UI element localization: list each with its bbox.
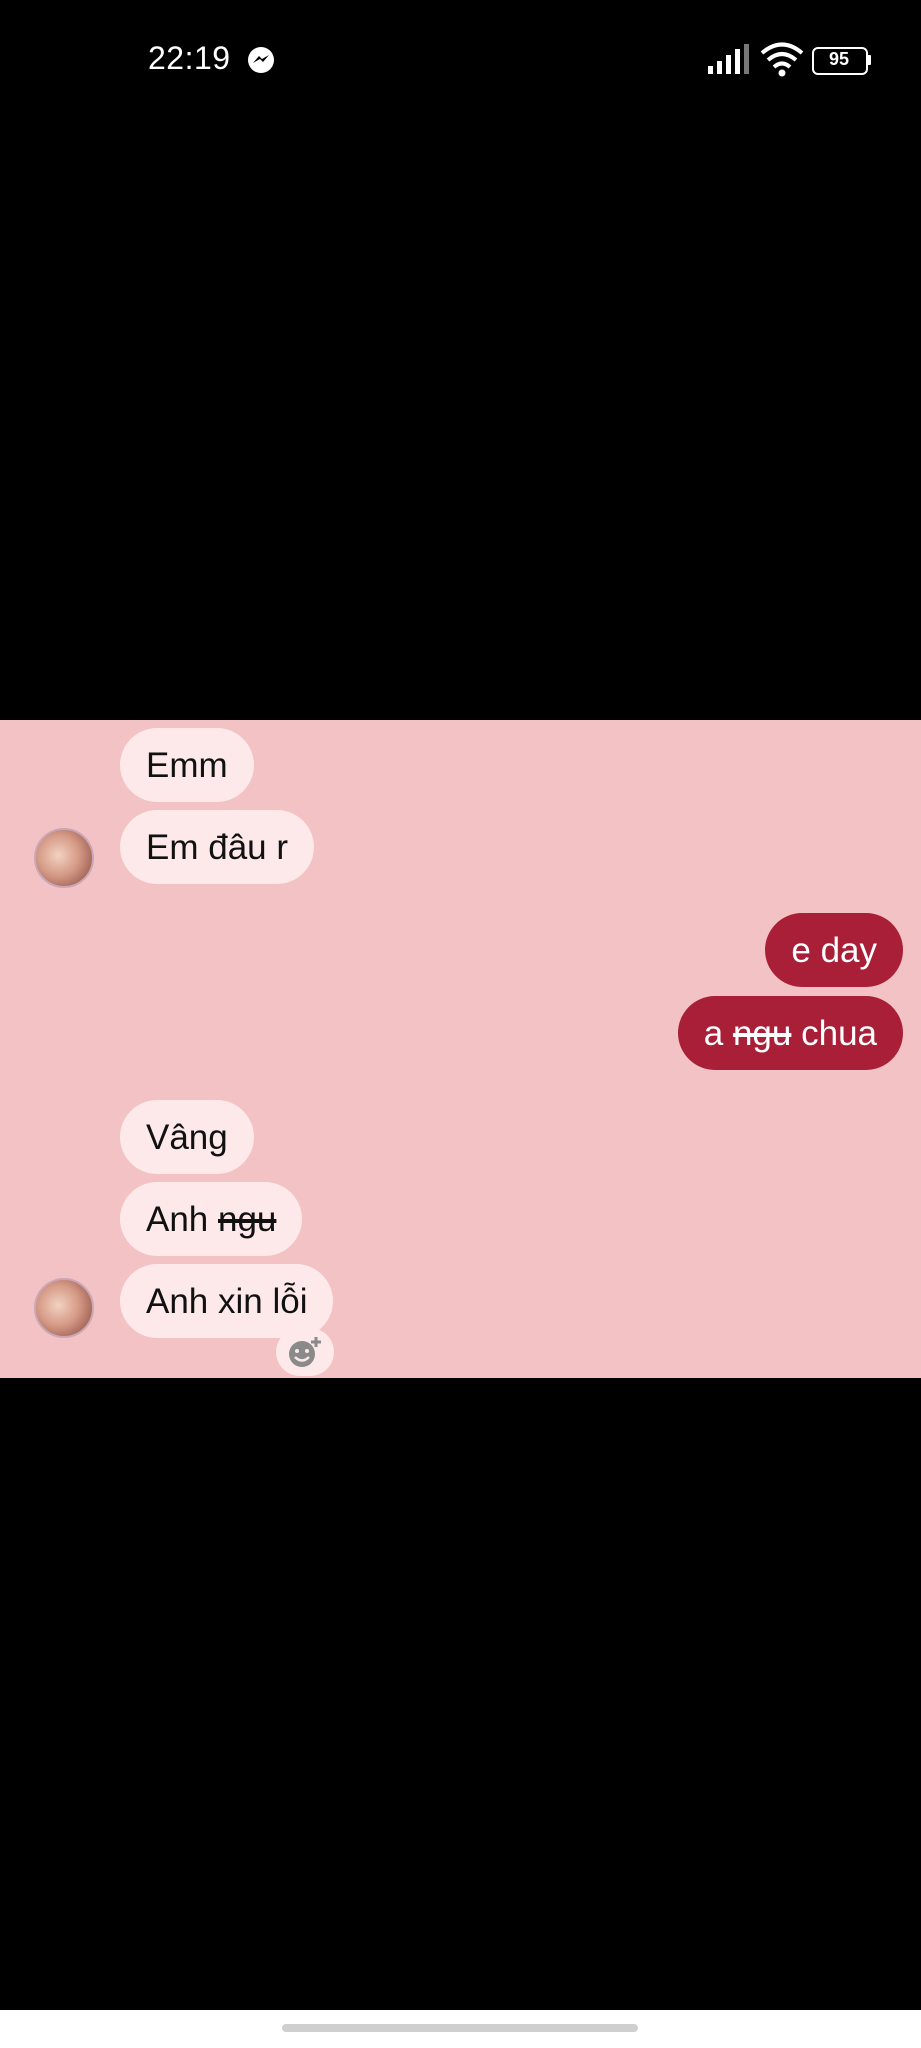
message-text: Vâng bbox=[146, 1117, 228, 1157]
avatar[interactable] bbox=[34, 1278, 94, 1338]
message-text: Em đâu r bbox=[146, 827, 288, 867]
wifi-icon bbox=[760, 42, 804, 77]
battery-icon: 95 bbox=[812, 47, 874, 75]
message-text-part: chua bbox=[791, 1013, 877, 1053]
struck-text: ngu bbox=[218, 1199, 277, 1239]
battery-level: 95 bbox=[828, 49, 850, 69]
message-bubble-incoming[interactable]: Em đâu r bbox=[120, 810, 314, 884]
message-bubble-outgoing[interactable]: e day bbox=[765, 913, 903, 987]
avatar[interactable] bbox=[34, 828, 94, 888]
add-reaction-button[interactable] bbox=[276, 1328, 334, 1376]
message-text-part: a bbox=[703, 1013, 733, 1053]
signal-icon bbox=[708, 44, 749, 74]
status-time: 22:19 bbox=[148, 40, 231, 76]
message-text: Anh xin lỗi bbox=[146, 1281, 308, 1321]
message-bubble-incoming[interactable]: Vâng bbox=[120, 1100, 254, 1174]
chat-screenshot: Emm Em đâu r e day a ngu chua Vâng Anh n… bbox=[0, 720, 921, 1378]
message-bubble-incoming[interactable]: Emm bbox=[120, 728, 254, 802]
message-text: Emm bbox=[146, 745, 228, 785]
message-bubble-incoming[interactable]: Anh xin lỗi bbox=[120, 1264, 334, 1338]
messenger-icon bbox=[248, 47, 274, 73]
message-text-part: Anh bbox=[146, 1199, 218, 1239]
status-bar: 22:19 95 bbox=[0, 0, 921, 120]
message-bubble-outgoing[interactable]: a ngu chua bbox=[677, 996, 903, 1070]
message-bubble-incoming[interactable]: Anh ngu bbox=[120, 1182, 303, 1256]
home-indicator[interactable] bbox=[282, 2024, 638, 2032]
struck-text: ngu bbox=[732, 1013, 792, 1053]
smiley-add-icon bbox=[289, 1337, 321, 1367]
message-text: e day bbox=[791, 930, 877, 970]
